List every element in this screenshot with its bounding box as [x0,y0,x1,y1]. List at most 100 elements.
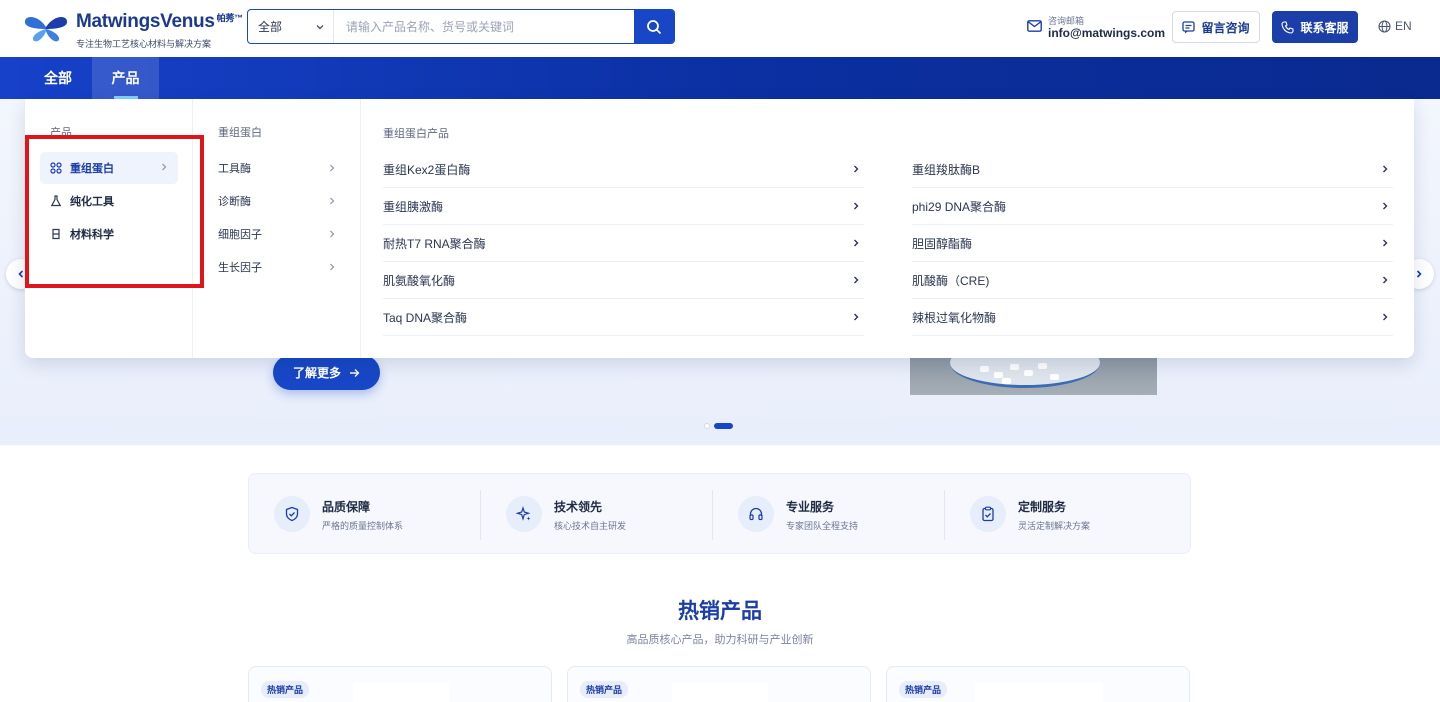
hero-pagination [704,423,733,429]
feature-technology: 技术领先 核心技术自主研发 [481,474,713,555]
learn-more-label: 了解更多 [292,366,341,380]
contact-email-address: info@matwings.com [1048,26,1166,40]
subcategory-label: 工具酶 [218,163,251,175]
search-bar: 全部 [247,9,675,44]
chevron-right-icon [854,165,859,173]
annotation-highlight-box [25,135,204,288]
product-name: 辣根过氧化物酶 [912,310,997,325]
product-link[interactable]: 重组羧肽酶B [912,151,1393,188]
search-icon [647,19,662,34]
chevron-right-icon [1416,270,1422,278]
feature-desc: 严格的质量控制体系 [322,521,404,531]
message-button-label: 留言咨询 [1201,20,1250,35]
hot-products-subtitle: 高品质核心产品，助力科研与产业创新 [626,634,814,646]
product-card[interactable]: 热销产品 [248,666,552,702]
search-category-label: 全部 [258,20,283,34]
feature-quality: 品质保障 严格的质量控制体系 [249,474,481,555]
language-label: EN [1395,19,1412,33]
product-name: Taq DNA聚合酶 [383,310,468,325]
product-link[interactable]: 肌氨酸氧化酶 [383,262,864,299]
subcategory-diagnostic-enzymes[interactable]: 诊断酶 [218,191,336,211]
chevron-right-icon [330,263,335,271]
product-name: 重组羧肽酶B [912,162,981,177]
features-strip: 品质保障 严格的质量控制体系 技术领先 核心技术自主研发 专业服务 专家团队全程… [248,473,1191,554]
hot-badge: 热销产品 [580,681,629,698]
mail-icon [1027,20,1042,32]
feature-title: 技术领先 [554,500,603,514]
subcategory-cytokines[interactable]: 细胞因子 [218,224,336,244]
product-name: 重组Kex2蛋白酶 [383,162,471,177]
subcategory-column: 重组蛋白 工具酶 诊断酶 细胞因子 生长因子 [193,99,361,358]
chevron-right-icon [330,230,335,238]
search-category-select[interactable]: 全部 [248,10,334,43]
product-column-title: 重组蛋白产品 [383,128,449,140]
subcategory-label: 诊断酶 [218,196,251,208]
language-switch[interactable]: EN [1378,19,1412,33]
brand-logo[interactable]: MatwingsVenus 帕莠™ 专注生物工艺核心材料与解决方案 [24,10,243,50]
sparkle-icon [506,496,542,532]
feature-service: 专业服务 专家团队全程支持 [713,474,945,555]
feature-desc: 核心技术自主研发 [554,521,627,531]
chevron-right-icon [1383,202,1388,210]
search-input[interactable] [334,10,634,43]
product-link[interactable]: phi29 DNA聚合酶 [912,188,1393,225]
feature-title: 专业服务 [786,500,835,514]
product-name: 重组胰激酶 [383,199,444,214]
hot-badge: 热销产品 [261,681,310,698]
chevron-right-icon [1383,276,1388,284]
product-link[interactable]: 胆固醇酯酶 [912,225,1393,262]
nav-item-all[interactable]: 全部 [24,57,92,99]
product-link[interactable]: 重组Kex2蛋白酶 [383,151,864,188]
contact-service-label: 联系客服 [1300,20,1349,35]
subcategory-growth-factors[interactable]: 生长因子 [218,257,336,277]
feature-title: 品质保障 [322,500,371,514]
chevron-right-icon [854,276,859,284]
product-name: 胆固醇酯酶 [912,236,973,251]
contact-email[interactable]: 咨询邮箱 info@matwings.com [1027,12,1167,42]
chevron-right-icon [1383,313,1388,321]
product-name: 肌酸酶（CRE) [912,273,990,288]
butterfly-logo-icon [24,17,68,42]
shield-check-icon [274,496,310,532]
brand-tagline: 专注生物工艺核心材料与解决方案 [76,39,212,49]
contact-service-button[interactable]: 联系客服 [1272,11,1358,43]
feature-desc: 专家团队全程支持 [786,521,859,531]
message-button[interactable]: 留言咨询 [1172,11,1260,43]
feature-custom: 定制服务 灵活定制解决方案 [945,474,1177,555]
product-link[interactable]: 耐热T7 RNA聚合酶 [383,225,864,262]
chevron-right-icon [330,197,335,205]
clipboard-check-icon [970,496,1006,532]
feature-desc: 灵活定制解决方案 [1018,521,1091,531]
product-link[interactable]: Taq DNA聚合酶 [383,299,864,336]
hero-dot-1[interactable] [704,423,710,429]
site-header: MatwingsVenus帕莠™ 专注生物工艺核心材料与解决方案 全部 咨询邮箱… [0,0,1440,57]
brand-name: MatwingsVenus 帕莠™ [76,11,243,32]
product-name: 耐热T7 RNA聚合酶 [383,236,486,251]
product-link[interactable]: 辣根过氧化物酶 [912,299,1393,336]
main-nav: 全部 产品 [0,57,1440,99]
chevron-right-icon [330,164,335,172]
product-card[interactable]: 热销产品 [886,666,1190,702]
globe-icon [1378,19,1391,33]
feature-title: 定制服务 [1018,500,1067,514]
learn-more-button[interactable]: 了解更多 [273,355,380,390]
hot-products-title: 热销产品 [678,600,762,623]
search-button[interactable] [634,10,674,43]
product-mega-menu: 产品 重组蛋白 纯化工具 材料科学 重组蛋白 工具酶 诊断酶 细胞因子 生长因子… [25,99,1414,358]
arrow-right-icon [350,368,360,377]
subcategory-column-title: 重组蛋白 [218,127,262,139]
product-card-image [672,683,768,702]
nav-item-products[interactable]: 产品 [92,57,159,99]
product-link[interactable]: 重组胰激酶 [383,188,864,225]
subcategory-tool-enzymes[interactable]: 工具酶 [218,158,336,178]
headset-icon [738,496,774,532]
chevron-right-icon [854,202,859,210]
chevron-down-icon [316,25,324,30]
product-card-image [353,683,449,702]
hero-dot-2[interactable] [714,423,733,429]
product-card[interactable]: 热销产品 [567,666,871,702]
chevron-right-icon [1383,239,1388,247]
product-card-image [975,683,1103,702]
product-name: phi29 DNA聚合酶 [912,199,1007,214]
product-link[interactable]: 肌酸酶（CRE) [912,262,1393,299]
